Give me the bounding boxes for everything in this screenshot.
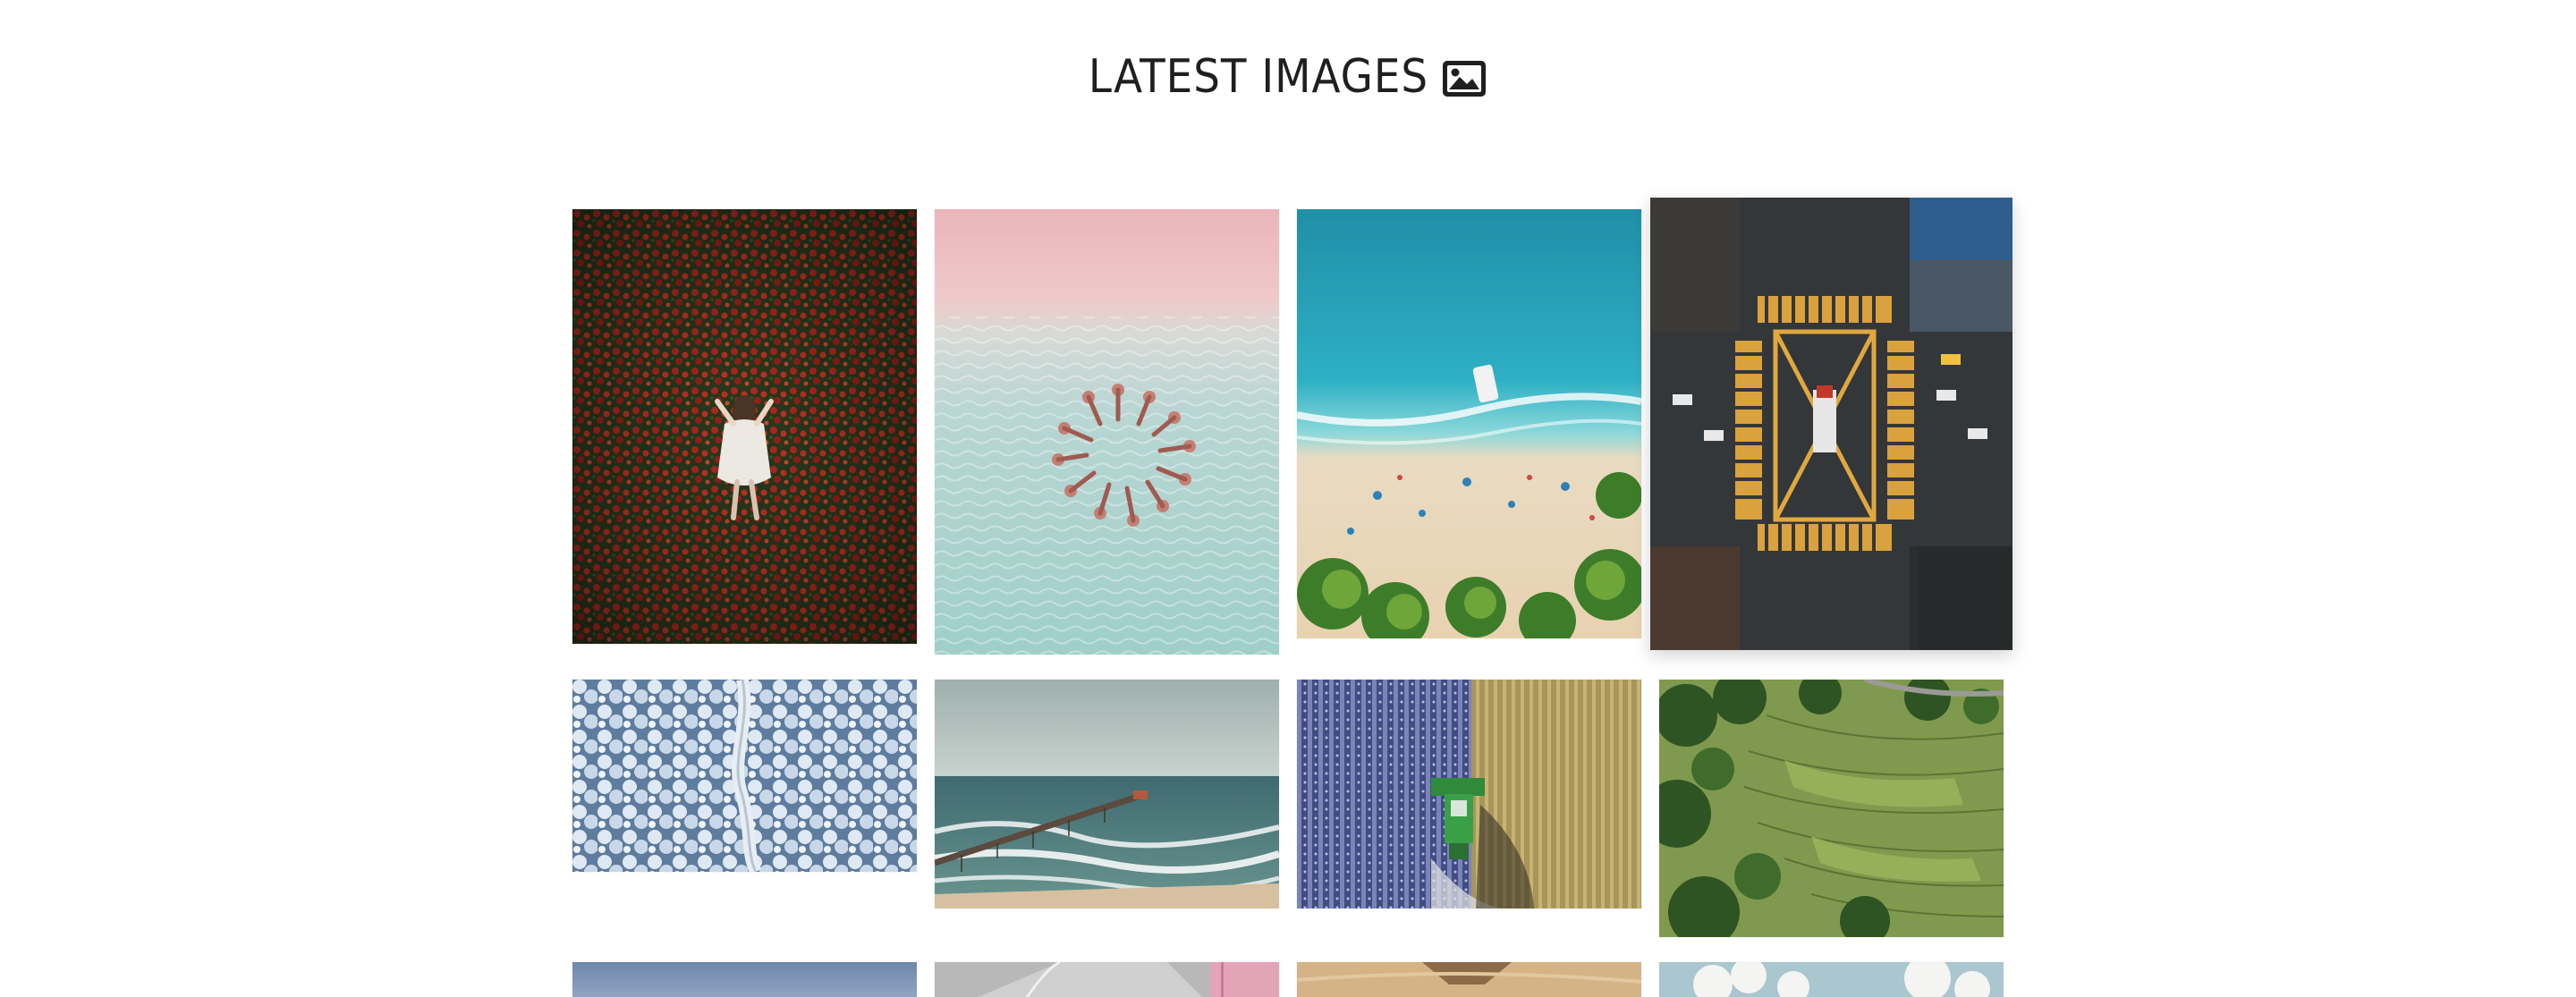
gallery-image-rice-terraces[interactable] [1659,680,2004,937]
gallery-image-snowy-forest[interactable] [572,680,917,872]
gallery-image-city-intersection[interactable] [1650,198,2012,650]
gallery-image-pier-ocean[interactable] [935,680,1279,908]
gallery-image-tropical-beach[interactable] [1297,209,1641,638]
gallery-image-coast-clouds[interactable] [1659,962,2004,997]
gallery-image-harvester-field[interactable] [1297,680,1641,908]
gallery-image-sky-landscape[interactable] [572,962,917,997]
gallery-image-poppy-field[interactable] [572,209,917,644]
gallery-image-pink-beach[interactable] [935,209,1279,655]
image-gallery [0,0,2576,997]
gallery-image-desert-sand[interactable] [1297,962,1641,997]
gallery-image-abstract-grey-pink[interactable] [935,962,1279,997]
